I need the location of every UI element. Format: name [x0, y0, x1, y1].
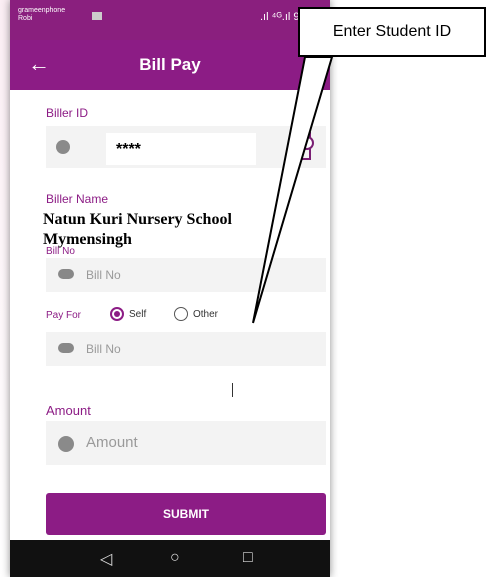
callout-text: Enter Student ID: [332, 23, 452, 40]
callout-box: Enter Student ID: [298, 7, 486, 57]
callout-pointer: [252, 56, 334, 324]
callout-pointer-shape: [252, 56, 334, 324]
biller-name-value: Natun Kuri Nursery School Mymensingh: [43, 211, 232, 248]
